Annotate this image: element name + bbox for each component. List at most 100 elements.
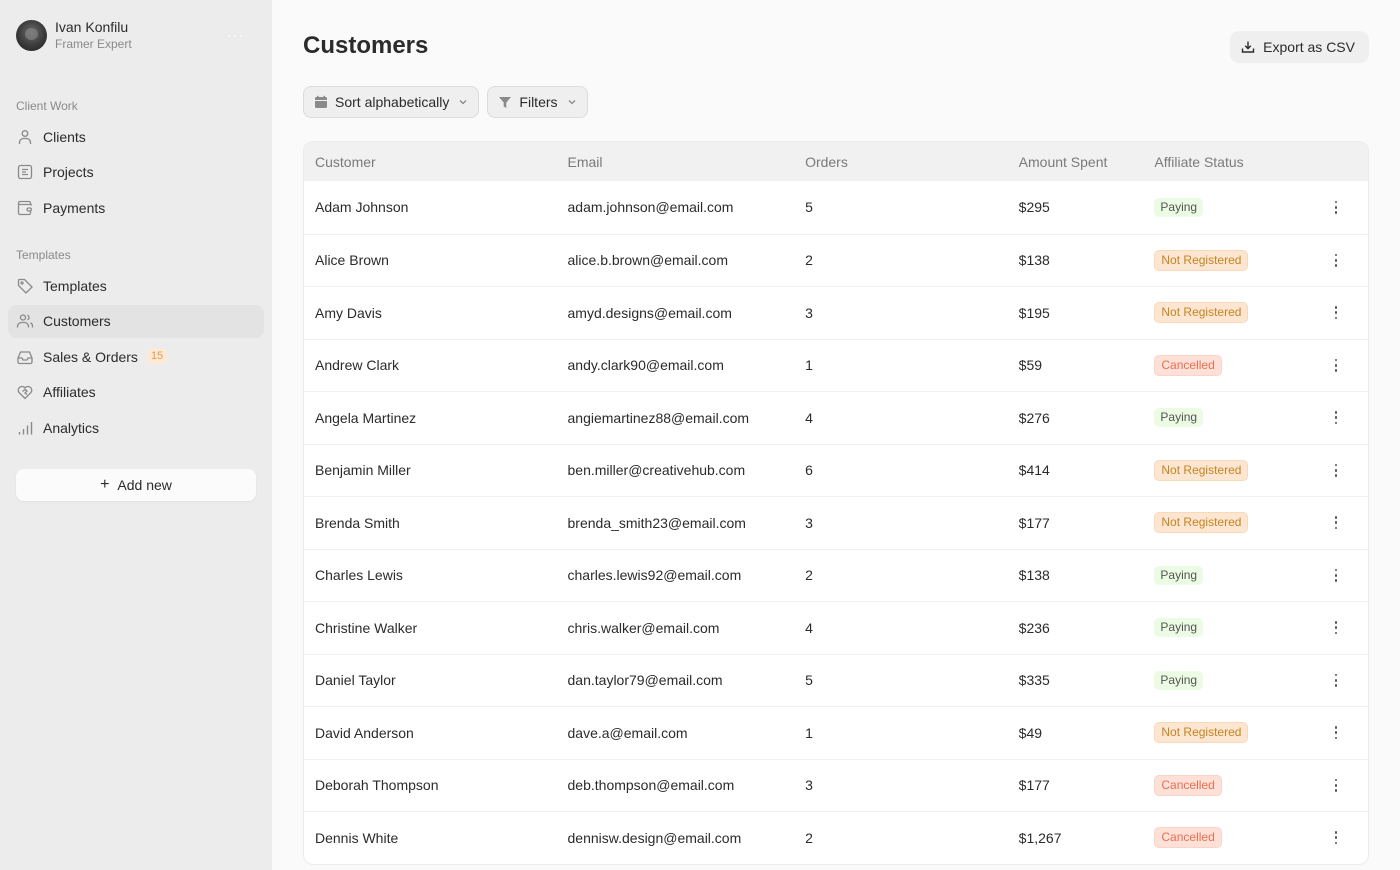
table-row[interactable]: Alice Brown alice.b.brown@email.com 2 $1… <box>304 233 1368 287</box>
sales-count-badge: 15 <box>146 349 168 364</box>
customer-name: David Anderson <box>315 724 414 741</box>
row-actions-kebab-icon[interactable] <box>1328 252 1344 268</box>
table-row[interactable]: Deborah Thompson deb.thompson@email.com … <box>304 758 1368 812</box>
customer-orders: 2 <box>805 567 813 584</box>
table-row[interactable]: Daniel Taylor dan.taylor79@email.com 5 $… <box>304 653 1368 707</box>
sidebar-item-label: Clients <box>43 128 86 145</box>
users-icon <box>16 312 34 330</box>
customer-name: Christine Walker <box>315 619 418 636</box>
customer-orders: 5 <box>805 672 813 689</box>
column-header-email[interactable]: Email <box>568 154 806 170</box>
customer-amount-spent: $276 <box>1018 409 1050 426</box>
affiliate-status-badge: Not Registered <box>1154 459 1249 481</box>
customer-orders: 6 <box>805 462 813 479</box>
sidebar-item-customers[interactable]: Customers <box>8 304 264 338</box>
table-body: Adam Johnson adam.johnson@email.com 5 $2… <box>304 181 1368 864</box>
filter-icon <box>499 97 512 108</box>
page-title: Customers <box>303 32 429 59</box>
affiliate-status-badge: Cancelled <box>1154 354 1222 376</box>
row-actions-kebab-icon[interactable] <box>1328 567 1344 583</box>
sidebar-item-label: Templates <box>43 277 107 294</box>
table-row[interactable]: David Anderson dave.a@email.com 1 $49 No… <box>304 706 1368 759</box>
sort-label: Sort alphabetically <box>335 94 450 110</box>
sidebar-item-templates[interactable]: Templates <box>8 269 264 302</box>
export-label: Export as CSV <box>1263 39 1355 55</box>
sidebar-item-analytics[interactable]: Analytics <box>8 411 264 444</box>
filters-dropdown[interactable]: Filters <box>487 86 588 118</box>
bar-chart-icon <box>16 419 34 437</box>
customer-email: andy.clark90@email.com <box>567 357 724 374</box>
customer-amount-spent: $138 <box>1018 567 1050 584</box>
sidebar-item-sales-orders[interactable]: Sales & Orders 15 <box>8 340 264 373</box>
table-row[interactable]: Adam Johnson adam.johnson@email.com 5 $2… <box>304 181 1368 234</box>
customer-amount-spent: $295 <box>1018 199 1050 216</box>
sidebar-item-affiliates[interactable]: Affiliates <box>8 376 264 409</box>
customer-orders: 3 <box>805 304 813 321</box>
column-header-affiliate-status[interactable]: Affiliate Status <box>1154 154 1304 170</box>
affiliate-status-badge: Paying <box>1154 670 1204 690</box>
affiliate-status-badge: Cancelled <box>1154 827 1222 849</box>
sidebar: Ivan Konfilu Framer Expert ··· Client Wo… <box>0 0 272 870</box>
customer-email: chris.walker@email.com <box>567 619 720 636</box>
export-csv-button[interactable]: Export as CSV <box>1230 31 1369 63</box>
calendar-icon <box>315 95 327 108</box>
column-header-orders[interactable]: Orders <box>805 154 1019 170</box>
table-row[interactable]: Charles Lewis charles.lewis92@email.com … <box>304 548 1368 602</box>
row-actions-kebab-icon[interactable] <box>1328 199 1344 215</box>
customer-email: dave.a@email.com <box>567 724 688 741</box>
table-row[interactable]: Andrew Clark andy.clark90@email.com 1 $5… <box>304 338 1368 392</box>
table-row[interactable]: Dennis White dennisw.design@email.com 2 … <box>304 811 1368 864</box>
customer-name: Brenda Smith <box>315 514 400 531</box>
sidebar-item-label: Sales & Orders <box>43 348 138 365</box>
customer-email: adam.johnson@email.com <box>567 199 734 216</box>
filters-label: Filters <box>519 94 558 110</box>
customer-email: dennisw.design@email.com <box>567 829 742 846</box>
section-label-client-work: Client Work <box>16 99 78 113</box>
inbox-icon <box>16 348 34 366</box>
sort-dropdown[interactable]: Sort alphabetically <box>303 86 480 118</box>
more-options-icon[interactable]: ··· <box>227 28 244 42</box>
add-new-label: Add new <box>117 477 172 493</box>
row-actions-kebab-icon[interactable] <box>1328 620 1344 636</box>
customer-email: ben.miller@creativehub.com <box>567 462 746 479</box>
customer-orders: 4 <box>805 619 813 636</box>
customer-orders: 2 <box>805 252 813 269</box>
column-header-customer[interactable]: Customer <box>304 154 568 170</box>
sidebar-item-clients[interactable]: Clients <box>8 120 264 153</box>
main-content: Customers Export as CSV Sort alphabetica… <box>272 0 1400 870</box>
sidebar-item-label: Analytics <box>43 419 100 436</box>
customers-table: Customer Email Orders Amount Spent Affil… <box>303 141 1369 865</box>
customer-email: charles.lewis92@email.com <box>567 567 742 584</box>
table-row[interactable]: Christine Walker chris.walker@email.com … <box>304 601 1368 654</box>
profile[interactable]: Ivan Konfilu Framer Expert ··· <box>8 18 264 52</box>
customer-name: Daniel Taylor <box>315 672 396 689</box>
sidebar-item-label: Customers <box>43 313 111 329</box>
sidebar-item-payments[interactable]: Payments <box>8 191 264 224</box>
affiliate-status-badge: Paying <box>1154 408 1204 428</box>
sidebar-item-projects[interactable]: Projects <box>8 156 264 189</box>
column-header-amount-spent[interactable]: Amount Spent <box>1019 154 1155 170</box>
customer-name: Charles Lewis <box>315 567 403 584</box>
add-new-button[interactable]: + Add new <box>16 469 256 501</box>
customer-email: amyd.designs@email.com <box>567 304 732 321</box>
row-actions-kebab-icon[interactable] <box>1328 672 1344 688</box>
table-row[interactable]: Brenda Smith brenda_smith23@email.com 3 … <box>304 496 1368 549</box>
table-row[interactable]: Benjamin Miller ben.miller@creativehub.c… <box>304 443 1368 497</box>
customer-orders: 3 <box>805 777 813 794</box>
customer-name: Angela Martinez <box>315 409 417 426</box>
row-actions-kebab-icon[interactable] <box>1328 515 1344 531</box>
profile-role: Framer Expert <box>55 36 132 51</box>
row-actions-kebab-icon[interactable] <box>1328 357 1344 373</box>
row-actions-kebab-icon[interactable] <box>1328 305 1344 321</box>
row-actions-kebab-icon[interactable] <box>1328 462 1344 478</box>
customer-name: Benjamin Miller <box>315 462 411 479</box>
table-row[interactable]: Amy Davis amyd.designs@email.com 3 $195 … <box>304 286 1368 339</box>
row-actions-kebab-icon[interactable] <box>1328 830 1344 846</box>
row-actions-kebab-icon[interactable] <box>1328 777 1344 793</box>
table-row[interactable]: Angela Martinez angiemartinez88@email.co… <box>304 391 1368 444</box>
affiliate-status-badge: Not Registered <box>1154 512 1249 534</box>
chevron-down-icon <box>568 100 575 105</box>
row-actions-kebab-icon[interactable] <box>1328 410 1344 426</box>
customer-amount-spent: $49 <box>1018 724 1043 741</box>
row-actions-kebab-icon[interactable] <box>1328 725 1344 741</box>
